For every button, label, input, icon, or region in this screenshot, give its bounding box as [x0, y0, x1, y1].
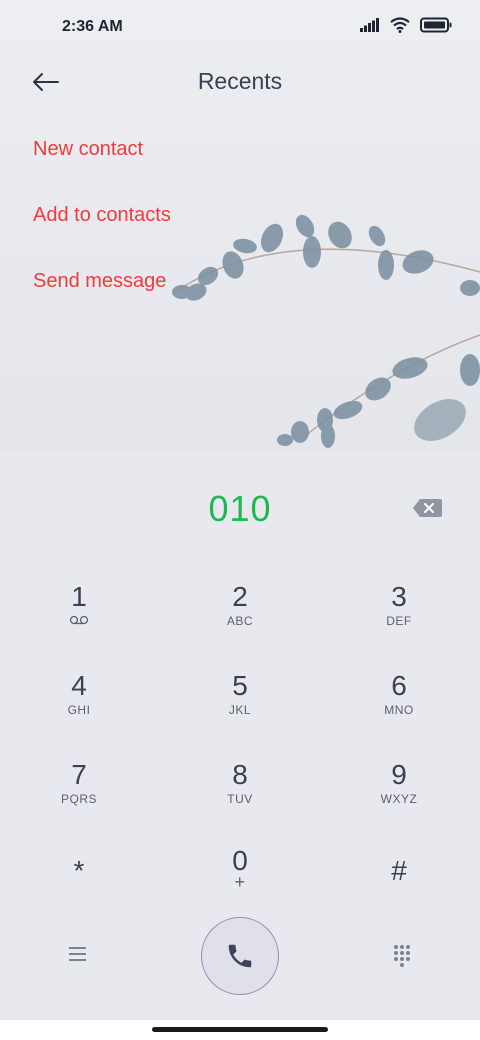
- bottom-action-bar: [0, 915, 480, 995]
- add-to-contacts-link[interactable]: Add to contacts: [33, 204, 171, 227]
- page-title: Recents: [197, 68, 283, 94]
- header: Recents: [0, 56, 480, 108]
- key-7[interactable]: 7 PQRS: [9, 760, 149, 840]
- menu-icon: [69, 947, 86, 961]
- new-contact-link[interactable]: New contact: [33, 138, 143, 161]
- key-digit: 3: [391, 581, 407, 612]
- key-8[interactable]: 8 TUV: [170, 760, 310, 840]
- key-3[interactable]: 3 DEF: [329, 582, 469, 662]
- home-indicator[interactable]: [152, 1027, 328, 1032]
- key-digit: 6: [391, 670, 407, 701]
- phone-icon: [228, 944, 252, 968]
- wifi-icon: [390, 17, 410, 33]
- dialpad-toggle-button[interactable]: [390, 943, 414, 967]
- battery-icon: [420, 17, 452, 33]
- status-icons: [360, 17, 452, 33]
- backspace-icon: [413, 499, 442, 517]
- key-4[interactable]: 4 GHI: [9, 671, 149, 751]
- dialed-number[interactable]: 010: [0, 488, 480, 530]
- status-bar: 2:36 AM: [0, 0, 480, 56]
- key-letters: MNO: [384, 703, 414, 717]
- key-1[interactable]: 1: [9, 582, 149, 662]
- key-digit: *: [73, 855, 85, 886]
- key-digit: 1: [71, 581, 87, 612]
- key-letters: TUV: [227, 792, 253, 806]
- key-2[interactable]: 2 ABC: [170, 582, 310, 662]
- dialpad-icon: [394, 945, 410, 967]
- key-9[interactable]: 9 WXYZ: [329, 760, 469, 840]
- send-message-link[interactable]: Send message: [33, 270, 166, 293]
- key-letters: GHI: [67, 703, 91, 717]
- signal-icon: [360, 18, 379, 32]
- key-digit: 7: [71, 759, 87, 790]
- backspace-button[interactable]: [410, 496, 444, 520]
- key-digit: 9: [391, 759, 407, 790]
- key-letters: WXYZ: [380, 792, 418, 806]
- key-digit: 4: [71, 670, 87, 701]
- number-display: 010: [0, 480, 480, 544]
- key-digit: 2: [232, 581, 248, 612]
- key-6[interactable]: 6 MNO: [329, 671, 469, 751]
- key-digit: 5: [232, 670, 248, 701]
- key-digit: 8: [232, 759, 248, 790]
- voicemail-icon: [69, 615, 89, 625]
- key-5[interactable]: 5 JKL: [170, 671, 310, 751]
- menu-button[interactable]: [64, 943, 92, 965]
- status-time: 2:36 AM: [62, 18, 123, 35]
- key-letters: JKL: [228, 703, 252, 717]
- call-button[interactable]: [201, 917, 279, 995]
- key-0[interactable]: 0 +: [170, 846, 310, 926]
- key-letters: +: [234, 872, 246, 892]
- key-letters: ABC: [226, 614, 254, 628]
- key-letters: PQRS: [60, 792, 97, 806]
- key-digit: #: [391, 855, 407, 886]
- key-letters: DEF: [386, 614, 412, 628]
